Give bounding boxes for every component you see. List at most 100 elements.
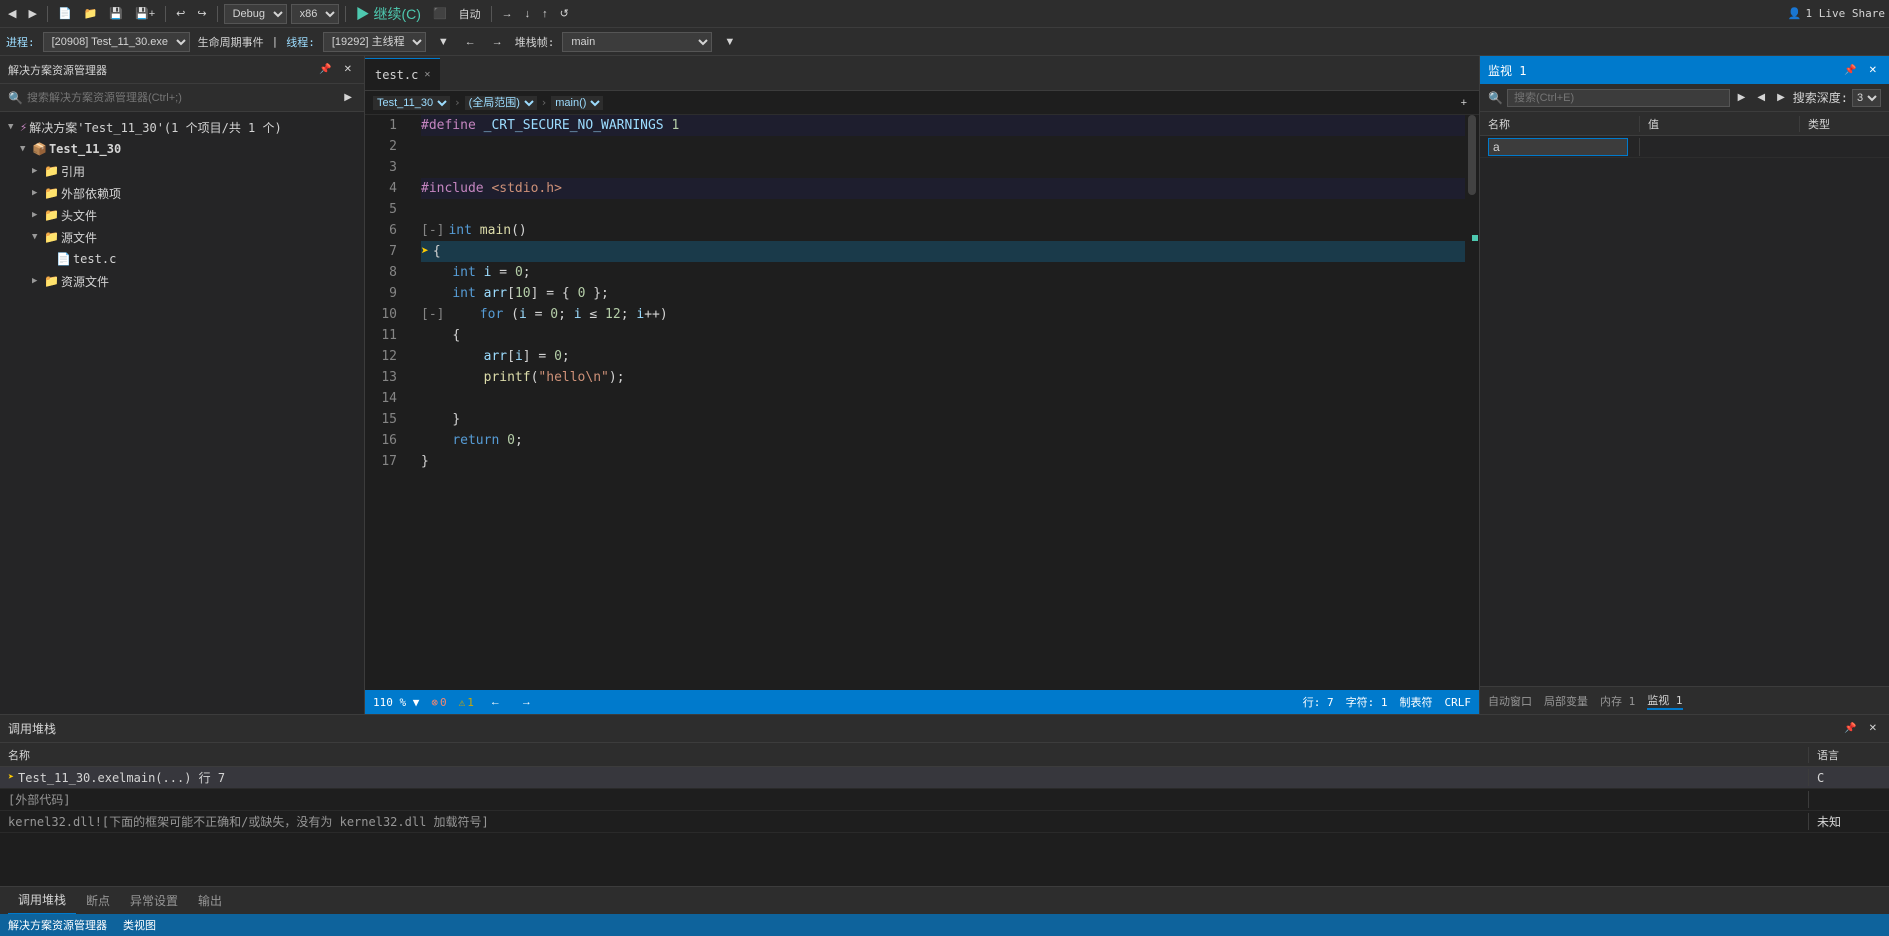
debug-config-dropdown[interactable]: Debug (224, 4, 287, 24)
line-num-2: 2 (365, 136, 405, 157)
project-icon: 📦 (32, 142, 47, 156)
sidebar-close-button[interactable]: ✕ (340, 62, 356, 77)
breadcrumb-file-select[interactable]: Test_11_30 (373, 96, 450, 110)
debug-tab-output[interactable]: 输出 (188, 887, 232, 915)
thread-dropdown[interactable]: [19292] 主线程 (323, 32, 426, 52)
auto-label: 自动 (459, 6, 481, 22)
tab-close-button[interactable]: ✕ (424, 69, 430, 80)
callstack-row-1-name: ➤ Test_11_30.exelmain(...) 行 7 (0, 769, 1809, 786)
warning-num: 1 (467, 696, 474, 709)
save-button[interactable]: 💾 (105, 5, 127, 22)
watch1-tab[interactable]: 监视 1 (1647, 692, 1682, 710)
step-over-button[interactable]: → (498, 6, 517, 22)
thread-nav-right[interactable]: → (488, 34, 507, 50)
stop-button[interactable]: ⬛ (429, 5, 451, 22)
watch-close-button[interactable]: ✕ (1865, 63, 1881, 78)
memory-tab[interactable]: 内存 1 (1600, 693, 1635, 709)
solution-explorer-link[interactable]: 解决方案资源管理器 (8, 917, 107, 933)
editor-tabs: test.c ✕ (365, 56, 1479, 91)
callstack-row-2-name: [外部代码] (0, 791, 1809, 808)
nav-next-button[interactable]: → (517, 694, 536, 710)
live-share-label[interactable]: 1 Live Share (1806, 7, 1885, 20)
collapse-icon-6[interactable]: [-] (421, 220, 444, 241)
save-all-button[interactable]: 💾+ (131, 5, 159, 22)
watch-pin-button[interactable]: 📌 (1840, 63, 1860, 78)
tree-item-testc[interactable]: 📄 test.c (0, 248, 364, 270)
zoom-dropdown-arrow[interactable]: ▼ (413, 696, 420, 709)
redo-button[interactable]: ↪ (193, 5, 210, 22)
watch-nav-left[interactable]: ◀ (1753, 90, 1769, 105)
line-num-14: 14 (365, 388, 405, 409)
watch-nav-right[interactable]: ▶ (1773, 90, 1789, 105)
sidebar-search-input[interactable] (27, 92, 336, 104)
editor-scrollbar[interactable] (1465, 115, 1479, 690)
nav-prev-button[interactable]: ← (486, 694, 505, 710)
error-count[interactable]: ⊗ 0 (431, 696, 446, 709)
watch-search-input[interactable] (1507, 89, 1730, 107)
breadcrumb-func-select[interactable]: main() (551, 96, 603, 110)
bottom-pin-button[interactable]: 📌 (1840, 721, 1860, 736)
code-area[interactable]: #define _CRT_SECURE_NO_WARNINGS 1 #inclu… (413, 115, 1465, 690)
class-view-link[interactable]: 类视图 (123, 917, 156, 933)
watch-cell-name-1[interactable] (1480, 138, 1640, 156)
breadcrumb-scope-select[interactable]: (全局范围) (465, 96, 537, 110)
res-folder-icon: 📁 (44, 274, 59, 288)
line-num-15: 15 (365, 409, 405, 430)
src-label: 源文件 (61, 229, 97, 246)
collapse-icon-10[interactable]: [-] (421, 304, 444, 325)
sidebar-pin-button[interactable]: 📌 (315, 62, 335, 77)
stack-dropdown[interactable]: main (562, 32, 712, 52)
tree-item-references[interactable]: ▶ 📁 引用 (0, 160, 364, 182)
line-num-11: 11 (365, 325, 405, 346)
thread-filter-button[interactable]: ▼ (434, 34, 453, 50)
breadcrumb-add-button[interactable]: + (1457, 95, 1471, 111)
open-button[interactable]: 📁 (80, 5, 102, 22)
platform-dropdown[interactable]: x86 (291, 4, 339, 24)
code-line-1: #define _CRT_SECURE_NO_WARNINGS 1 (421, 115, 1465, 136)
process-dropdown[interactable]: [20908] Test_11_30.exe (43, 32, 190, 52)
new-file-button[interactable]: 📄 (54, 5, 76, 22)
zoom-item[interactable]: 110 % ▼ (373, 696, 419, 709)
project-item[interactable]: ▼ 📦 Test_11_30 (0, 138, 364, 160)
sidebar: 解决方案资源管理器 📌 ✕ 🔍 ▶ ▼ ⚡ 解决方案'Test_11_30'(1… (0, 56, 365, 714)
error-icon: ⊗ (431, 696, 438, 709)
tree-item-sources[interactable]: ▼ 📁 源文件 (0, 226, 364, 248)
continue-button[interactable]: ▶ 继续(C) (352, 2, 425, 26)
debug-tab-exception[interactable]: 异常设置 (120, 887, 188, 915)
callstack-row-1[interactable]: ➤ Test_11_30.exelmain(...) 行 7 C (0, 767, 1889, 789)
watch-table-header: 名称 值 类型 (1480, 112, 1889, 136)
scrollbar-thumb[interactable] (1468, 115, 1476, 195)
debug-tab-breakpoints[interactable]: 断点 (76, 887, 120, 915)
stack-expand[interactable]: ▼ (720, 34, 739, 50)
tree-item-resources[interactable]: ▶ 📁 资源文件 (0, 270, 364, 292)
bottom-close-button[interactable]: ✕ (1865, 721, 1881, 736)
auto-window-tab[interactable]: 自动窗口 (1488, 693, 1532, 709)
tree-item-headers[interactable]: ▶ 📁 头文件 (0, 204, 364, 226)
callstack-row-3[interactable]: kernel32.dll![下面的框架可能不正确和/或缺失，没有为 kernel… (0, 811, 1889, 833)
editor-breadcrumb: Test_11_30 › (全局范围) › main() + (365, 91, 1479, 115)
depth-select[interactable]: 3 (1852, 89, 1881, 107)
warning-count[interactable]: ⚠ 1 (459, 696, 474, 709)
watch-name-input[interactable] (1488, 138, 1628, 156)
solution-item[interactable]: ▼ ⚡ 解决方案'Test_11_30'(1 个项目/共 1 个) (0, 116, 364, 138)
code-line-3 (421, 157, 1465, 178)
undo-button[interactable]: ↩ (172, 5, 189, 22)
forward-button[interactable]: ▶ (24, 5, 40, 22)
search-submit-button[interactable]: ▶ (340, 90, 356, 105)
step-into-button[interactable]: ↓ (521, 6, 535, 22)
breadcrumb-sep-1: › (454, 96, 461, 109)
back-button[interactable]: ◀ (4, 5, 20, 22)
step-out-button[interactable]: ↑ (538, 6, 552, 22)
callstack-row-2[interactable]: [外部代码] (0, 789, 1889, 811)
tab-testc[interactable]: test.c ✕ (365, 58, 440, 90)
restart-button[interactable]: ↺ (556, 5, 573, 22)
project-expand-icon: ▼ (20, 144, 30, 154)
tree-item-external[interactable]: ▶ 📁 外部依赖项 (0, 182, 364, 204)
locals-tab[interactable]: 局部变量 (1544, 693, 1588, 709)
stack-label: 堆栈帧: (515, 34, 555, 50)
line-num-17: 17 (365, 451, 405, 472)
process-bar: 进程: [20908] Test_11_30.exe 生命周期事件 | 线程: … (0, 28, 1889, 56)
thread-nav-left[interactable]: ← (461, 34, 480, 50)
debug-tab-callstack[interactable]: 调用堆栈 (8, 887, 76, 915)
watch-search-button[interactable]: ▶ (1734, 90, 1750, 105)
